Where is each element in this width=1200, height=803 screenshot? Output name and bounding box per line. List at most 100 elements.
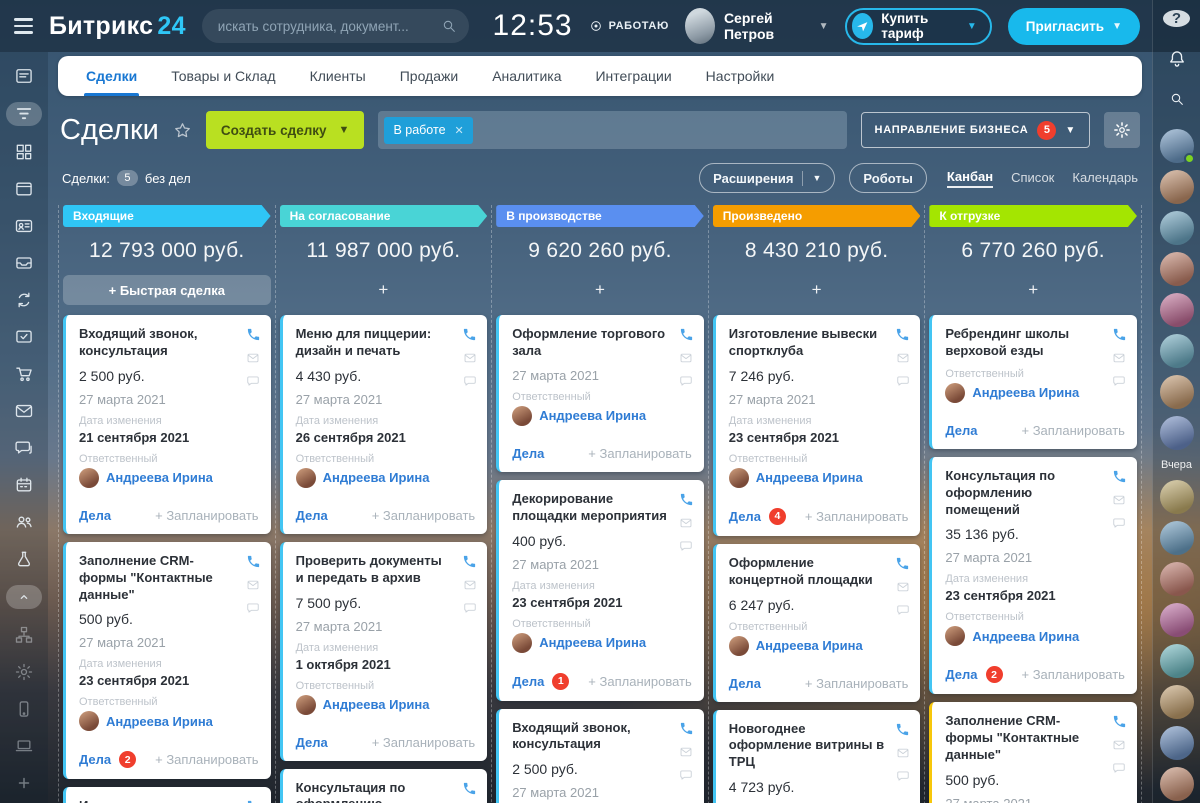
sidebar-feed-icon[interactable] xyxy=(14,65,34,87)
schedule-link[interactable]: + Запланировать xyxy=(805,509,908,524)
recent-user-avatar[interactable] xyxy=(1160,375,1194,409)
tab-Интеграции[interactable]: Интеграции xyxy=(595,56,671,96)
chat-icon[interactable] xyxy=(679,539,693,553)
phone-icon[interactable] xyxy=(1112,714,1127,729)
schedule-link[interactable]: + Запланировать xyxy=(1021,667,1124,682)
chat-icon[interactable] xyxy=(896,603,910,617)
phone-icon[interactable] xyxy=(1112,327,1127,342)
view-Канбан[interactable]: Канбан xyxy=(947,169,993,188)
mail-icon[interactable] xyxy=(463,578,477,592)
schedule-link[interactable]: + Запланировать xyxy=(805,676,908,691)
responsible-name[interactable]: Андреева Ирина xyxy=(106,470,213,485)
schedule-link[interactable]: + Запланировать xyxy=(588,446,691,461)
filter-input[interactable] xyxy=(481,123,841,138)
recent-user-avatar[interactable] xyxy=(1160,480,1194,514)
filter-bar[interactable]: В работе ✕ xyxy=(378,111,846,149)
schedule-link[interactable]: + Запланировать xyxy=(1021,423,1124,438)
deal-card[interactable]: Меню для пиццерии: дизайн и печать4 430 … xyxy=(280,315,488,534)
todo-link[interactable]: Дела xyxy=(512,674,544,689)
deal-card[interactable]: Входящий звонок, консультация2 500 руб.2… xyxy=(496,709,704,803)
tab-Сделки[interactable]: Сделки xyxy=(86,56,137,96)
view-Список[interactable]: Список xyxy=(1011,170,1054,187)
phone-icon[interactable] xyxy=(246,799,261,803)
column-stage-ribbon[interactable]: К отгрузке xyxy=(929,205,1137,227)
deal-card[interactable]: Изготовление вывески спортклуба7 246 руб… xyxy=(713,315,921,536)
schedule-link[interactable]: + Запланировать xyxy=(372,508,475,523)
people-search-icon[interactable] xyxy=(1169,91,1185,107)
phone-icon[interactable] xyxy=(679,721,694,736)
phone-icon[interactable] xyxy=(1112,469,1127,484)
sidebar-documents-icon[interactable] xyxy=(14,252,34,274)
clock[interactable]: 12:53 xyxy=(493,9,573,43)
quick-deal-button[interactable]: + xyxy=(713,275,921,305)
chat-icon[interactable] xyxy=(246,601,260,615)
filter-tag[interactable]: В работе ✕ xyxy=(384,117,472,144)
chat-icon[interactable] xyxy=(246,374,260,388)
phone-icon[interactable] xyxy=(895,722,910,737)
favorite-star-icon[interactable] xyxy=(173,121,192,140)
recent-user-avatar[interactable] xyxy=(1160,293,1194,327)
deal-card[interactable]: Ребрендинг школы верховой ездыОтветствен… xyxy=(929,315,1137,449)
phone-icon[interactable] xyxy=(462,781,477,796)
phone-icon[interactable] xyxy=(462,554,477,569)
deal-card[interactable]: Изготовление вывески спортклуба7 246 руб… xyxy=(63,787,271,803)
extensions-button[interactable]: Расширения ▼ xyxy=(699,163,835,193)
todo-link[interactable]: Дела xyxy=(945,423,977,438)
todo-link[interactable]: Дела xyxy=(512,446,544,461)
chat-icon[interactable] xyxy=(679,768,693,782)
user-menu[interactable]: Сергей Петров ▼ xyxy=(685,8,829,44)
responsible-name[interactable]: Андреева Ирина xyxy=(972,629,1079,644)
recent-user-avatar[interactable] xyxy=(1160,334,1194,368)
create-deal-button[interactable]: Создать сделку ▼ xyxy=(206,111,365,149)
recent-user-avatar[interactable] xyxy=(1160,252,1194,286)
invite-button[interactable]: Пригласить ▼ xyxy=(1008,8,1140,45)
sidebar-desktop-icon[interactable] xyxy=(14,735,34,757)
deal-card[interactable]: Заполнение CRM-формы "Контактные данные"… xyxy=(63,542,271,780)
chat-icon[interactable] xyxy=(1112,761,1126,775)
phone-icon[interactable] xyxy=(246,327,261,342)
sidebar-contacts-icon[interactable] xyxy=(14,215,34,237)
global-search-input[interactable] xyxy=(218,19,433,34)
deal-card[interactable]: Консультация по оформлению помещений35 1… xyxy=(929,457,1137,695)
hamburger-menu-icon[interactable] xyxy=(14,18,33,34)
tab-Аналитика[interactable]: Аналитика xyxy=(492,56,561,96)
recent-user-avatar[interactable] xyxy=(1160,603,1194,637)
recent-user-avatar[interactable] xyxy=(1160,170,1194,204)
schedule-link[interactable]: + Запланировать xyxy=(155,752,258,767)
sidebar-employees-icon[interactable] xyxy=(14,511,34,533)
schedule-link[interactable]: + Запланировать xyxy=(588,674,691,689)
close-icon[interactable]: ✕ xyxy=(455,124,464,137)
mail-icon[interactable] xyxy=(1112,493,1126,507)
buy-tariff-button[interactable]: Купить тариф ▼ xyxy=(845,8,992,45)
mail-icon[interactable] xyxy=(1112,738,1126,752)
deal-card[interactable]: Заполнение CRM-формы "Контактные данные"… xyxy=(929,702,1137,803)
chat-icon[interactable] xyxy=(1112,374,1126,388)
responsible-name[interactable]: Андреева Ирина xyxy=(539,408,646,423)
mail-icon[interactable] xyxy=(679,516,693,530)
deal-card[interactable]: Проверить документы и передать в архив7 … xyxy=(280,542,488,761)
mail-icon[interactable] xyxy=(1112,351,1126,365)
deal-card[interactable]: Оформление концертной площадки6 247 руб.… xyxy=(713,544,921,702)
recent-user-avatar[interactable] xyxy=(1160,726,1194,760)
column-stage-ribbon[interactable]: Произведено xyxy=(713,205,921,227)
responsible-name[interactable]: Андреева Ирина xyxy=(756,638,863,653)
quick-deal-button[interactable]: + Быстрая сделка xyxy=(63,275,271,305)
recent-user-avatar[interactable] xyxy=(1160,685,1194,719)
robots-button[interactable]: Роботы xyxy=(849,163,926,193)
sidebar-marketing-icon[interactable] xyxy=(14,548,34,570)
schedule-link[interactable]: + Запланировать xyxy=(155,508,258,523)
recent-user-avatar[interactable] xyxy=(1160,211,1194,245)
mail-icon[interactable] xyxy=(896,580,910,594)
sidebar-add-icon[interactable] xyxy=(15,772,33,794)
todo-link[interactable]: Дела xyxy=(79,508,111,523)
phone-icon[interactable] xyxy=(679,327,694,342)
todo-link[interactable]: Дела xyxy=(729,676,761,691)
chat-icon[interactable] xyxy=(896,769,910,783)
todo-link[interactable]: Дела xyxy=(296,508,328,523)
recent-user-avatar[interactable] xyxy=(1160,521,1194,555)
deal-card[interactable]: Декорирование площадки мероприятия400 ру… xyxy=(496,480,704,701)
todo-link[interactable]: Дела xyxy=(945,667,977,682)
sidebar-crm-funnel-icon[interactable] xyxy=(6,102,42,126)
phone-icon[interactable] xyxy=(462,327,477,342)
phone-icon[interactable] xyxy=(679,492,694,507)
